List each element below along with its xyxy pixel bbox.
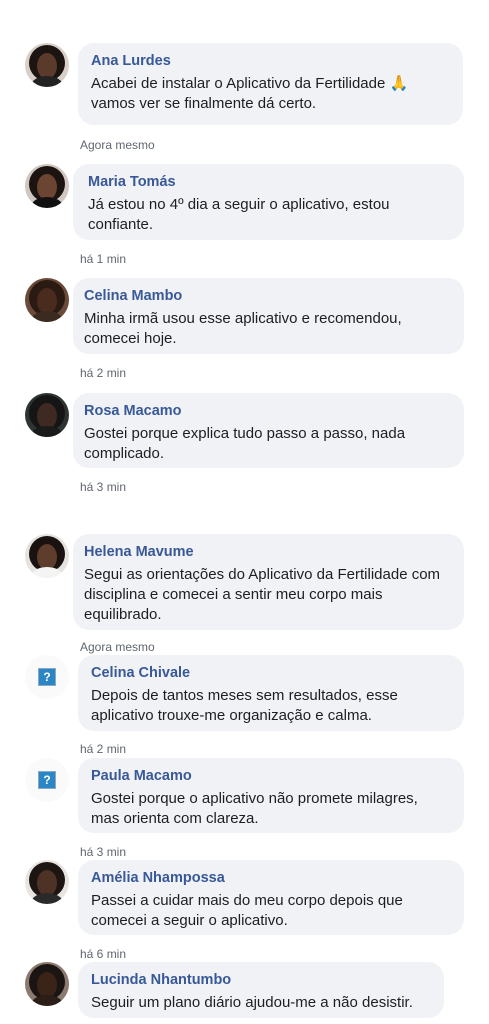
comment-text: Gostei porque explica tudo passo a passo… — [84, 425, 406, 462]
comment-author[interactable]: Lucinda Nhantumbo — [91, 971, 430, 990]
comment-bubble: Lucinda Nhantumbo Seguir um plano diário… — [78, 962, 444, 1018]
comment-text: Depois de tantos meses sem resultados, e… — [91, 687, 398, 724]
placeholder-image-icon: ? — [38, 771, 56, 789]
comment-time[interactable]: há 3 min — [80, 479, 126, 495]
comment-time[interactable]: há 2 min — [80, 365, 126, 381]
comment-bubble: Celina Chivale Depois de tantos meses se… — [78, 655, 464, 731]
avatar[interactable] — [25, 393, 69, 437]
avatar[interactable] — [25, 962, 69, 1006]
comment-author[interactable]: Ana Lurdes — [91, 52, 449, 71]
avatar[interactable]: ? — [25, 655, 69, 699]
avatar[interactable] — [25, 860, 69, 904]
comment-bubble: Paula Macamo Gostei porque o aplicativo … — [78, 758, 464, 833]
avatar[interactable] — [25, 43, 69, 87]
comment-time[interactable]: Agora mesmo — [80, 639, 155, 655]
comment-author[interactable]: Rosa Macamo — [84, 402, 450, 421]
comment-time[interactable]: há 3 min — [80, 844, 126, 860]
comment-author[interactable]: Helena Mavume — [84, 543, 450, 562]
comment-time[interactable]: há 1 min — [80, 251, 126, 267]
comment-time[interactable]: há 6 min — [80, 946, 126, 962]
comment-text: Minha irmã usou esse aplicativo e recome… — [84, 310, 402, 347]
comment-author[interactable]: Amélia Nhampossa — [91, 869, 450, 888]
comment-author[interactable]: Celina Chivale — [91, 664, 450, 683]
comment-bubble: Ana Lurdes Acabei de instalar o Aplicati… — [78, 43, 463, 125]
comment-bubble: Amélia Nhampossa Passei a cuidar mais do… — [78, 860, 464, 935]
comment-text: Seguir um plano diário ajudou-me a não d… — [91, 994, 413, 1011]
comment-author[interactable]: Paula Macamo — [91, 767, 450, 786]
comment-text: Passei a cuidar mais do meu corpo depois… — [91, 892, 403, 929]
comment-author[interactable]: Celina Mambo — [84, 287, 450, 306]
comment-text: Segui as orientações do Aplicativo da Fe… — [84, 566, 441, 623]
comment-bubble: Celina Mambo Minha irmã usou esse aplica… — [73, 278, 464, 354]
comment-time[interactable]: Agora mesmo — [80, 137, 155, 153]
comment-text: Acabei de instalar o Aplicativo da Ferti… — [91, 75, 409, 112]
comment-text: Já estou no 4º dia a seguir o aplicativo… — [88, 196, 390, 233]
comment-bubble: Rosa Macamo Gostei porque explica tudo p… — [73, 393, 464, 468]
avatar[interactable] — [25, 164, 69, 208]
avatar[interactable] — [25, 534, 69, 578]
comment-bubble: Helena Mavume Segui as orientações do Ap… — [73, 534, 464, 630]
placeholder-image-icon: ? — [38, 668, 56, 686]
comment-text: Gostei porque o aplicativo não promete m… — [91, 790, 418, 827]
comment-time[interactable]: há 2 min — [80, 741, 126, 757]
comment-bubble: Maria Tomás Já estou no 4º dia a seguir … — [73, 164, 464, 240]
comment-author[interactable]: Maria Tomás — [88, 173, 450, 192]
avatar[interactable] — [25, 278, 69, 322]
avatar[interactable]: ? — [25, 758, 69, 802]
